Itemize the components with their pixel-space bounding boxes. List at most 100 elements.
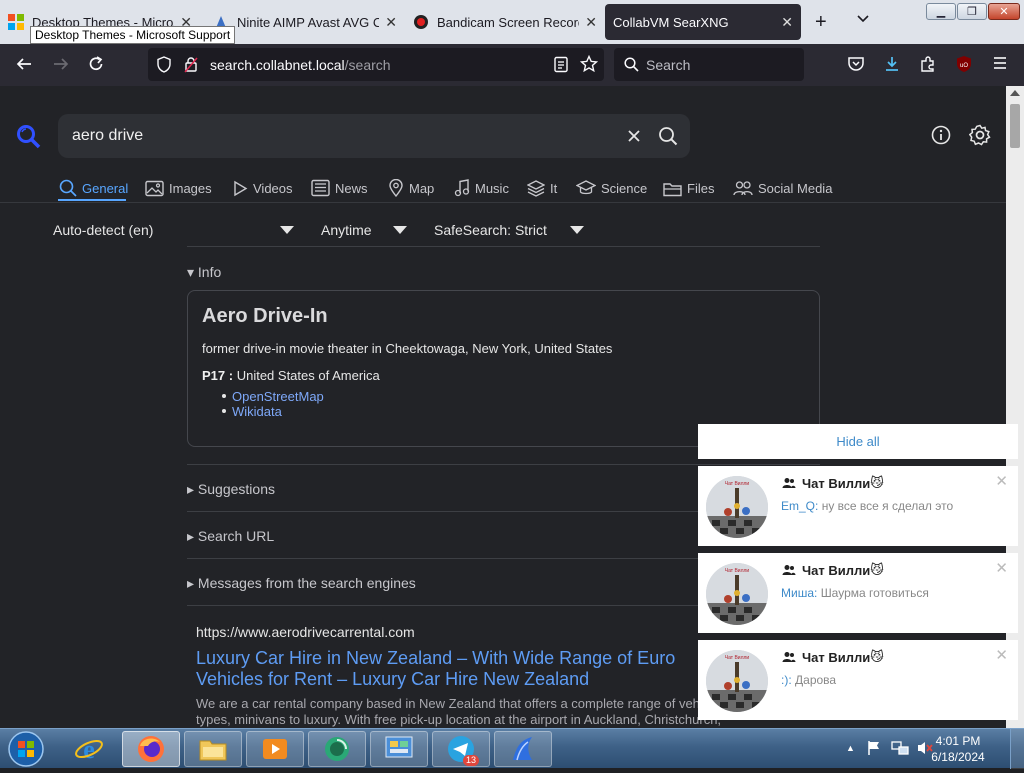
start-orb-icon[interactable] [6, 730, 46, 773]
tab-news[interactable]: News [311, 176, 368, 200]
clock-date: 6/18/2024 [931, 750, 985, 764]
result-url[interactable]: https://www.aerodrivecarrental.com [196, 624, 415, 640]
reload-icon[interactable] [86, 55, 106, 75]
tab-label: News [335, 180, 368, 196]
scrollbar-thumb[interactable] [1010, 104, 1020, 148]
tab-label: Science [601, 180, 648, 196]
clear-x-icon[interactable] [626, 128, 642, 149]
url-host: search.collabnet.local [210, 57, 345, 73]
gear-icon[interactable] [968, 124, 991, 151]
close-icon[interactable]: ✕ [385, 14, 397, 31]
chevron-down-icon[interactable] [393, 226, 407, 234]
new-tab-button[interactable]: + [815, 12, 827, 32]
chevron-down-icon[interactable] [570, 226, 584, 234]
chat-name: Чат Вилли [802, 475, 871, 491]
forward-arrow-icon[interactable] [51, 55, 71, 75]
pocket-icon[interactable] [846, 55, 866, 75]
search-query-text[interactable]: aero drive [72, 127, 143, 145]
attribute-value: United States of America [236, 368, 380, 383]
language-filter[interactable]: Auto-detect (en) [53, 222, 153, 238]
list-all-tabs-chevron-icon[interactable] [856, 12, 870, 29]
info-icon[interactable] [931, 125, 951, 150]
search-url-toggle[interactable]: ▸ Search URL [187, 528, 274, 545]
minimize-button[interactable]: ▁ [926, 3, 956, 20]
control-panel-button[interactable] [370, 731, 428, 767]
downloads-icon[interactable] [882, 55, 902, 75]
info-label: Info [197, 264, 222, 280]
suggestions-toggle[interactable]: ▸ Suggestions [187, 481, 275, 498]
green-app-button[interactable] [308, 731, 366, 767]
chat-notification[interactable]: Чат Вилли Чат Вилли 😼 :): Дарова ✕ [698, 640, 1018, 720]
tab-music[interactable]: Music [454, 176, 509, 200]
lock-icon[interactable] [184, 56, 198, 78]
bookmark-star-icon[interactable] [579, 54, 599, 78]
message-text: Шаурма готовиться [820, 586, 929, 600]
tab-collabvm-searxng[interactable]: CollabVM SearXNG ✕ [605, 4, 801, 40]
firefox-button[interactable] [122, 731, 180, 767]
close-window-button[interactable]: ✕ [988, 3, 1020, 20]
reader-view-icon[interactable] [553, 56, 569, 78]
tab-files[interactable]: Files [663, 176, 714, 200]
restore-button[interactable]: ❐ [957, 3, 987, 20]
tab-images[interactable]: Images [145, 176, 212, 200]
media-player-button[interactable] [246, 731, 304, 767]
show-desktop-button[interactable] [1010, 729, 1024, 769]
flag-icon[interactable] [866, 740, 882, 761]
tab-map[interactable]: Map [388, 176, 434, 200]
tab-science[interactable]: Science [576, 176, 647, 200]
system-clock[interactable]: 4:01 PM 6/18/2024 [928, 733, 988, 765]
hide-all-button[interactable]: Hide all [698, 424, 1018, 459]
search-submit-icon[interactable] [658, 126, 678, 151]
file-explorer-icon [199, 740, 227, 761]
result-title[interactable]: Luxury Car Hire in New Zealand – With Wi… [196, 648, 716, 690]
searxng-logo-icon[interactable] [16, 124, 42, 155]
chat-notification[interactable]: Чат Вилли Чат Вилли 😼 Миша: Шаурма готови… [698, 553, 1018, 633]
wikidata-link[interactable]: Wikidata [222, 404, 324, 419]
chevron-down-icon[interactable] [280, 226, 294, 234]
extensions-puzzle-icon[interactable] [918, 55, 938, 75]
media-player-icon [263, 739, 287, 759]
back-arrow-icon[interactable] [14, 55, 34, 75]
close-icon[interactable]: ✕ [585, 14, 597, 31]
tab-bandicam[interactable]: Bandicam Screen Recorder ✕ [405, 4, 605, 40]
tab-it[interactable]: It [527, 176, 557, 200]
tab-label: Files [687, 180, 715, 196]
chat-notification[interactable]: Чат Вилли Чат Вилли 😼 Em_Q: ну все все я … [698, 466, 1018, 546]
close-icon[interactable]: ✕ [995, 559, 1008, 577]
close-icon[interactable]: ✕ [995, 646, 1008, 664]
engine-messages-toggle[interactable]: ▸ Messages from the search engines [187, 575, 416, 592]
tab-videos[interactable]: Videos [232, 176, 293, 200]
url-bar[interactable]: search.collabnet.local/search [148, 48, 604, 81]
menu-hamburger-icon[interactable] [990, 55, 1010, 75]
tab-social-media[interactable]: Social Media [733, 176, 832, 200]
tab-general[interactable]: General [59, 176, 128, 200]
network-icon[interactable] [891, 740, 909, 761]
url-text[interactable]: search.collabnet.local/search [210, 57, 391, 73]
telegram-button[interactable]: 13 [432, 731, 490, 767]
close-icon[interactable]: ✕ [995, 472, 1008, 490]
chat-avatar: Чат Вилли [706, 476, 768, 538]
info-section-toggle[interactable]: ▾ Info [187, 264, 221, 281]
show-hidden-icons-chevron-icon[interactable]: ▲ [846, 743, 855, 753]
shield-icon[interactable] [156, 56, 172, 78]
safesearch-filter[interactable]: SafeSearch: Strict [434, 222, 547, 238]
play-icon [234, 180, 248, 196]
ublock-origin-icon[interactable]: uO [954, 55, 974, 75]
close-icon[interactable]: ✕ [781, 14, 793, 31]
tab-tooltip: Desktop Themes - Microsoft Support [30, 26, 236, 44]
file-explorer-button[interactable] [184, 731, 242, 767]
map-pin-icon [389, 179, 403, 197]
search-icon [59, 179, 77, 197]
unread-badge: 13 [463, 755, 480, 766]
svg-text:Чат Вилли: Чат Вилли [725, 568, 750, 574]
browser-tab-strip: Desktop Themes - Microsoft Support ✕ Nin… [0, 0, 1024, 44]
search-query-box[interactable]: aero drive [58, 114, 690, 158]
openstreetmap-link[interactable]: OpenStreetMap [222, 389, 324, 404]
time-range-filter[interactable]: Anytime [321, 222, 372, 238]
engine-messages-label: Messages from the search engines [197, 575, 416, 591]
scroll-up-arrow-icon[interactable] [1010, 90, 1020, 96]
web-search-bar[interactable]: Search [614, 48, 804, 81]
internet-explorer-button[interactable]: e [60, 731, 118, 767]
header-divider [0, 202, 1006, 203]
blue-app-button[interactable] [494, 731, 552, 767]
